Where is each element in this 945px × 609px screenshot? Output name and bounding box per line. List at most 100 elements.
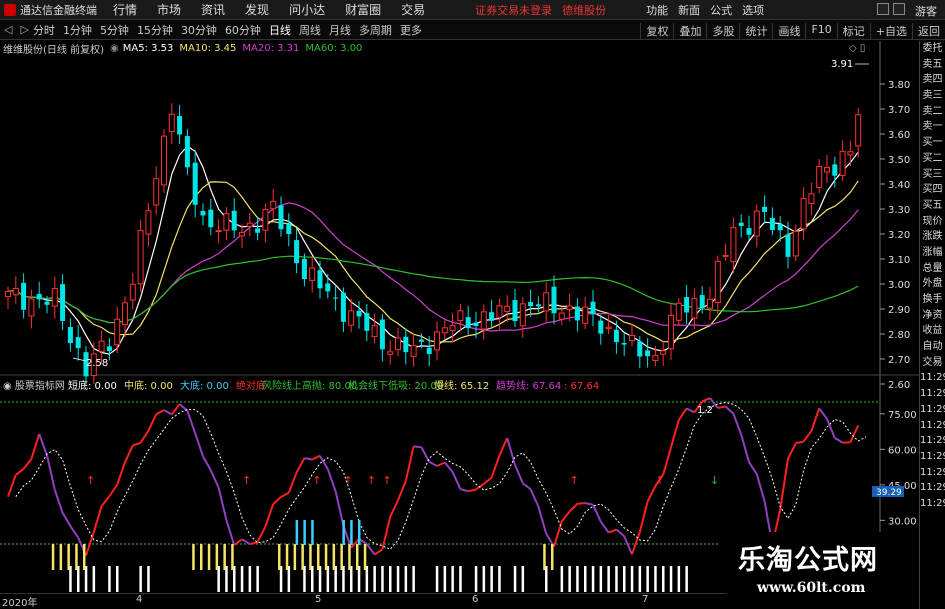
trend-line-segment — [163, 409, 173, 416]
side-panel-item[interactable]: 收益 — [920, 323, 945, 339]
candle-body — [364, 313, 370, 331]
signal-bar-white — [615, 566, 618, 592]
candle-body — [28, 298, 35, 317]
indicator-item: 大底: 0.00 — [180, 379, 229, 392]
side-panel-item[interactable]: 自动 — [920, 339, 945, 355]
signal-bar-yellow — [356, 544, 359, 570]
candle-body — [12, 288, 19, 296]
trend-line-segment — [670, 419, 680, 448]
side-panel-item[interactable]: 11:29 — [920, 402, 945, 418]
signal-bar-yellow — [285, 544, 289, 570]
side-panel-item[interactable]: 现价 — [920, 214, 945, 230]
candle-body — [371, 325, 378, 337]
side-panel-item[interactable]: 交易 — [920, 355, 945, 371]
side-panel-item[interactable]: 买一 — [920, 135, 945, 151]
side-panel-item[interactable]: 11:29 — [920, 418, 945, 434]
trend-line-segment — [69, 525, 80, 539]
candle-body — [684, 297, 690, 313]
signal-bar-cyan — [295, 520, 299, 545]
candle-body — [637, 341, 643, 357]
trend-line-segment — [287, 472, 298, 494]
side-panel-item[interactable]: 买四 — [920, 182, 945, 198]
signal-bar-yellow — [317, 544, 320, 570]
candle-body — [738, 222, 744, 226]
signal-bar-yellow — [59, 544, 63, 570]
trend-line-segment — [585, 502, 594, 506]
trend-line-segment — [677, 407, 688, 421]
signal-bar-yellow — [231, 544, 234, 570]
trend-line-segment — [701, 397, 711, 403]
side-panel-item[interactable]: 卖三 — [920, 88, 945, 104]
candle-body — [246, 222, 253, 227]
trend-line-segment — [38, 433, 48, 456]
y-tick-label: 3.70 — [888, 105, 910, 116]
trend-line-segment — [615, 528, 625, 538]
signal-bar-white — [116, 566, 119, 592]
side-panel-item[interactable]: 11:29 — [920, 370, 945, 386]
buy-arrow-icon: ↑ — [367, 474, 376, 487]
side-panel-item[interactable]: 净资 — [920, 308, 945, 324]
trend-line-segment — [537, 506, 548, 534]
side-panel-item[interactable]: 买二 — [920, 151, 945, 167]
main-y-axis: 3.80 3.70 3.60 3.50 3.40 3.30 3.20 3.10 3.00 2.90… — [880, 80, 910, 391]
candle-body — [668, 314, 674, 350]
candle-body — [785, 234, 791, 257]
side-panel-item[interactable]: 外盘 — [920, 276, 945, 292]
trend-line-segment — [662, 447, 672, 475]
side-panel-item[interactable]: 涨跌 — [920, 229, 945, 245]
trend-line-segment — [132, 441, 141, 447]
signal-bar-yellow — [51, 544, 55, 570]
trend-line-segment — [468, 488, 477, 493]
side-panel-item[interactable]: 换手 — [920, 292, 945, 308]
candle-body — [44, 301, 50, 305]
candle-body — [270, 200, 277, 210]
candle-body — [582, 306, 589, 324]
trend-line-segment — [599, 521, 610, 534]
side-panel-item[interactable]: 委托 — [920, 41, 945, 57]
signal-bar-cyan — [303, 520, 306, 545]
side-panel-item[interactable]: 11:29 — [920, 449, 945, 465]
candle-body — [168, 113, 175, 132]
side-panel-item[interactable]: 卖一 — [920, 119, 945, 135]
candle-body — [816, 165, 823, 188]
signal-bar-yellow — [207, 544, 211, 570]
candle-body — [434, 331, 440, 351]
side-panel-item[interactable]: 11:29 — [920, 386, 945, 402]
trend-line-segment — [397, 480, 407, 501]
candle-body — [223, 213, 230, 231]
y-tick-label: 3.40 — [888, 180, 910, 191]
candle-body — [714, 260, 721, 304]
side-panel-item[interactable]: 卖四 — [920, 72, 945, 88]
side-panel-item[interactable]: 涨幅 — [920, 245, 945, 261]
side-quote-panel: 委托 卖五 卖四 卖三 卖二 卖一 买一 买二 买三 买四 买五 现价 涨跌 涨幅 总量 外盘 换手 净资 收益 自动… — [919, 41, 945, 609]
side-panel-item[interactable]: 买五 — [920, 198, 945, 214]
y-tick-label: 3.80 — [888, 80, 910, 91]
side-panel-item[interactable]: 11:29 — [920, 480, 945, 496]
candle-body — [519, 303, 526, 327]
side-panel-item[interactable]: 买三 — [920, 167, 945, 183]
trend-line-segment — [826, 418, 836, 439]
signal-bar-yellow — [348, 544, 351, 570]
side-panel-item[interactable]: 卖二 — [920, 104, 945, 120]
trend-line-segment — [15, 468, 25, 476]
side-panel-item[interactable]: 总量 — [920, 261, 945, 277]
candle-body — [574, 306, 580, 321]
trend-line-segment — [631, 531, 641, 555]
signal-bar-yellow — [543, 544, 546, 570]
chart-menu-icon[interactable]: ◇ ▯ — [849, 43, 865, 54]
signal-bar-white — [599, 566, 603, 592]
candle-body — [652, 355, 659, 362]
side-panel-item[interactable]: 11:29 — [920, 496, 945, 512]
signal-bar-white — [513, 566, 517, 592]
candlesticks — [5, 103, 862, 386]
side-panel-item[interactable]: 卖五 — [920, 57, 945, 73]
signal-bar-white — [240, 566, 244, 592]
signal-bar-white — [623, 566, 626, 592]
side-panel-item[interactable]: 11:29 — [920, 465, 945, 481]
chart-canvas[interactable]: 3.80 3.70 3.60 3.50 3.40 3.30 3.20 3.10 3.00 2.90… — [0, 0, 920, 594]
side-panel-item[interactable]: 11:29 — [920, 433, 945, 449]
candle-body — [832, 164, 838, 176]
candle-body — [98, 340, 105, 352]
date-label: 5 — [315, 594, 322, 605]
signal-bar-white — [654, 566, 657, 592]
